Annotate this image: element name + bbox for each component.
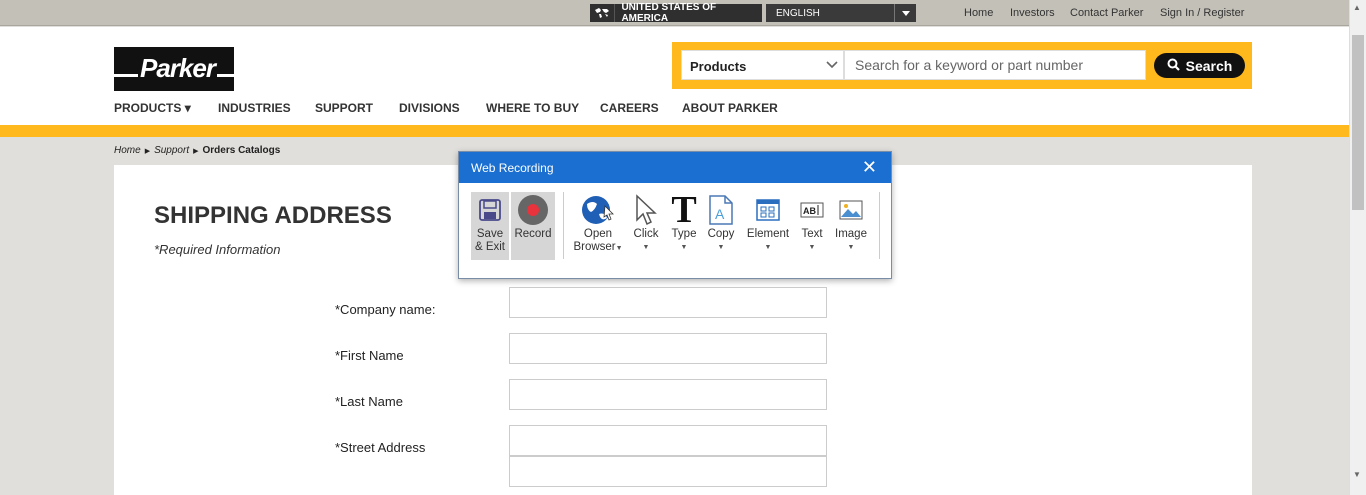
image-button[interactable]: Image ▼	[831, 192, 871, 254]
open-browser-button[interactable]: Open Browser▼	[571, 192, 625, 255]
browser-label-text: Browser	[573, 241, 616, 253]
chevron-down-icon: ▼	[808, 244, 816, 251]
chevron-down-icon: ▼	[717, 244, 725, 251]
chevron-down-icon	[894, 4, 916, 22]
toolbar-separator	[879, 192, 880, 259]
nav-products[interactable]: PRODUCTS ▾	[114, 101, 191, 115]
world-map-icon	[590, 4, 616, 22]
breadcrumb: Home ▶ Support ▶ Orders Catalogs	[114, 145, 280, 156]
language-label: ENGLISH	[776, 7, 820, 19]
breadcrumb-current: Orders Catalogs	[202, 145, 281, 156]
svg-text:A: A	[715, 206, 725, 222]
type-button[interactable]: T Type ▼	[667, 189, 701, 254]
breadcrumb-home[interactable]: Home	[114, 145, 141, 156]
open-label: Open	[583, 228, 613, 240]
nav-careers[interactable]: CAREERS	[600, 101, 659, 115]
save-exit-button[interactable]: Save & Exit	[471, 192, 509, 260]
image-label: Image	[835, 228, 867, 240]
text-field-icon: AB	[797, 192, 827, 228]
scrollbar-thumb[interactable]	[1352, 35, 1364, 210]
nav-divisions[interactable]: DIVISIONS	[399, 101, 460, 115]
first-name-label: *First Name	[335, 348, 404, 363]
element-button[interactable]: Element ▼	[743, 192, 793, 254]
search-category-value: Products	[690, 59, 747, 74]
globe-cursor-icon	[571, 192, 625, 228]
page-scrollbar[interactable]: ▲ ▼	[1349, 0, 1366, 495]
type-t-icon: T	[671, 189, 697, 231]
parker-logo[interactable]: Parker	[114, 47, 234, 91]
country-selector[interactable]: UNITED STATES OF AMERICA	[590, 2, 762, 24]
search-icon	[1167, 58, 1180, 74]
type-label: Type	[671, 228, 697, 240]
search-category-select[interactable]: Products	[681, 50, 844, 80]
nav-support[interactable]: SUPPORT	[315, 101, 373, 115]
browser-label: Browser▼	[571, 241, 625, 255]
caret-right-icon: ▶	[193, 147, 199, 155]
header-accent-stripe	[0, 125, 1349, 137]
top-link-home[interactable]: Home	[964, 7, 993, 19]
street-address-input[interactable]	[509, 425, 827, 456]
image-icon	[831, 192, 871, 228]
search-button-label: Search	[1185, 57, 1233, 74]
close-icon[interactable]: ✕	[862, 157, 877, 178]
chevron-down-icon: ▼	[680, 244, 688, 251]
search-button[interactable]: Search	[1154, 53, 1245, 78]
element-label: Element	[746, 228, 790, 240]
web-recording-dialog: Web Recording ✕ Save & Exit Record Open …	[458, 151, 892, 279]
street-address-line2-input[interactable]	[509, 456, 827, 487]
copy-label: Copy	[707, 228, 735, 240]
site-header: Parker Products Search for a keyword or …	[0, 27, 1349, 125]
text-button[interactable]: AB Text ▼	[797, 192, 827, 254]
caret-right-icon: ▶	[144, 147, 151, 155]
svg-text:AB: AB	[803, 206, 816, 216]
copy-button[interactable]: A Copy ▼	[704, 192, 738, 254]
record-icon	[511, 192, 555, 228]
copy-document-icon: A	[704, 192, 738, 228]
scroll-down-icon[interactable]: ▼	[1353, 470, 1361, 479]
chevron-down-icon	[825, 57, 839, 74]
nav-about-parker[interactable]: ABOUT PARKER	[682, 101, 778, 115]
save-label: Save	[476, 228, 504, 240]
company-name-input[interactable]	[509, 287, 827, 318]
logo-text: Parker	[138, 53, 217, 84]
breadcrumb-support[interactable]: Support	[154, 145, 189, 156]
toolbar-separator	[563, 192, 564, 259]
nav-industries[interactable]: INDUSTRIES	[218, 101, 291, 115]
chevron-down-icon: ▼	[847, 244, 855, 251]
street-address-label: *Street Address	[335, 440, 426, 455]
top-link-contact[interactable]: Contact Parker	[1070, 7, 1143, 19]
chevron-down-icon: ▼	[764, 244, 772, 251]
text-label: Text	[801, 228, 823, 240]
last-name-input[interactable]	[509, 379, 827, 410]
pointer-icon	[629, 192, 663, 228]
chevron-down-icon: ▼	[642, 244, 650, 251]
nav-products-label: PRODUCTS	[114, 101, 182, 115]
country-label: UNITED STATES OF AMERICA	[621, 2, 717, 24]
first-name-input[interactable]	[509, 333, 827, 364]
top-link-investors[interactable]: Investors	[1010, 7, 1055, 19]
record-label: Record	[514, 228, 552, 240]
nav-where-to-buy[interactable]: WHERE TO BUY	[486, 101, 579, 115]
scroll-up-icon[interactable]: ▲	[1353, 3, 1361, 12]
click-label: Click	[633, 228, 659, 240]
exit-label: & Exit	[474, 241, 506, 253]
required-note: *Required Information	[154, 242, 281, 257]
chevron-down-icon: ▼	[615, 245, 623, 252]
dialog-title: Web Recording	[471, 161, 554, 175]
utility-bar: UNITED STATES OF AMERICA ENGLISH Home In…	[0, 0, 1349, 26]
page-title: SHIPPING ADDRESS	[154, 202, 392, 229]
search-bar: Products Search for a keyword or part nu…	[672, 42, 1252, 89]
top-link-signin[interactable]: Sign In / Register	[1160, 7, 1244, 19]
language-selector[interactable]: ENGLISH	[766, 4, 916, 22]
record-button[interactable]: Record	[511, 192, 555, 260]
dialog-titlebar: Web Recording ✕	[459, 152, 891, 183]
click-button[interactable]: Click ▼	[629, 192, 663, 254]
element-grid-icon	[743, 192, 793, 228]
last-name-label: *Last Name	[335, 394, 403, 409]
company-name-label: *Company name:	[335, 302, 436, 317]
search-input[interactable]: Search for a keyword or part number	[844, 50, 1146, 80]
floppy-disk-icon	[471, 192, 509, 228]
caret-down-icon: ▾	[184, 101, 191, 115]
